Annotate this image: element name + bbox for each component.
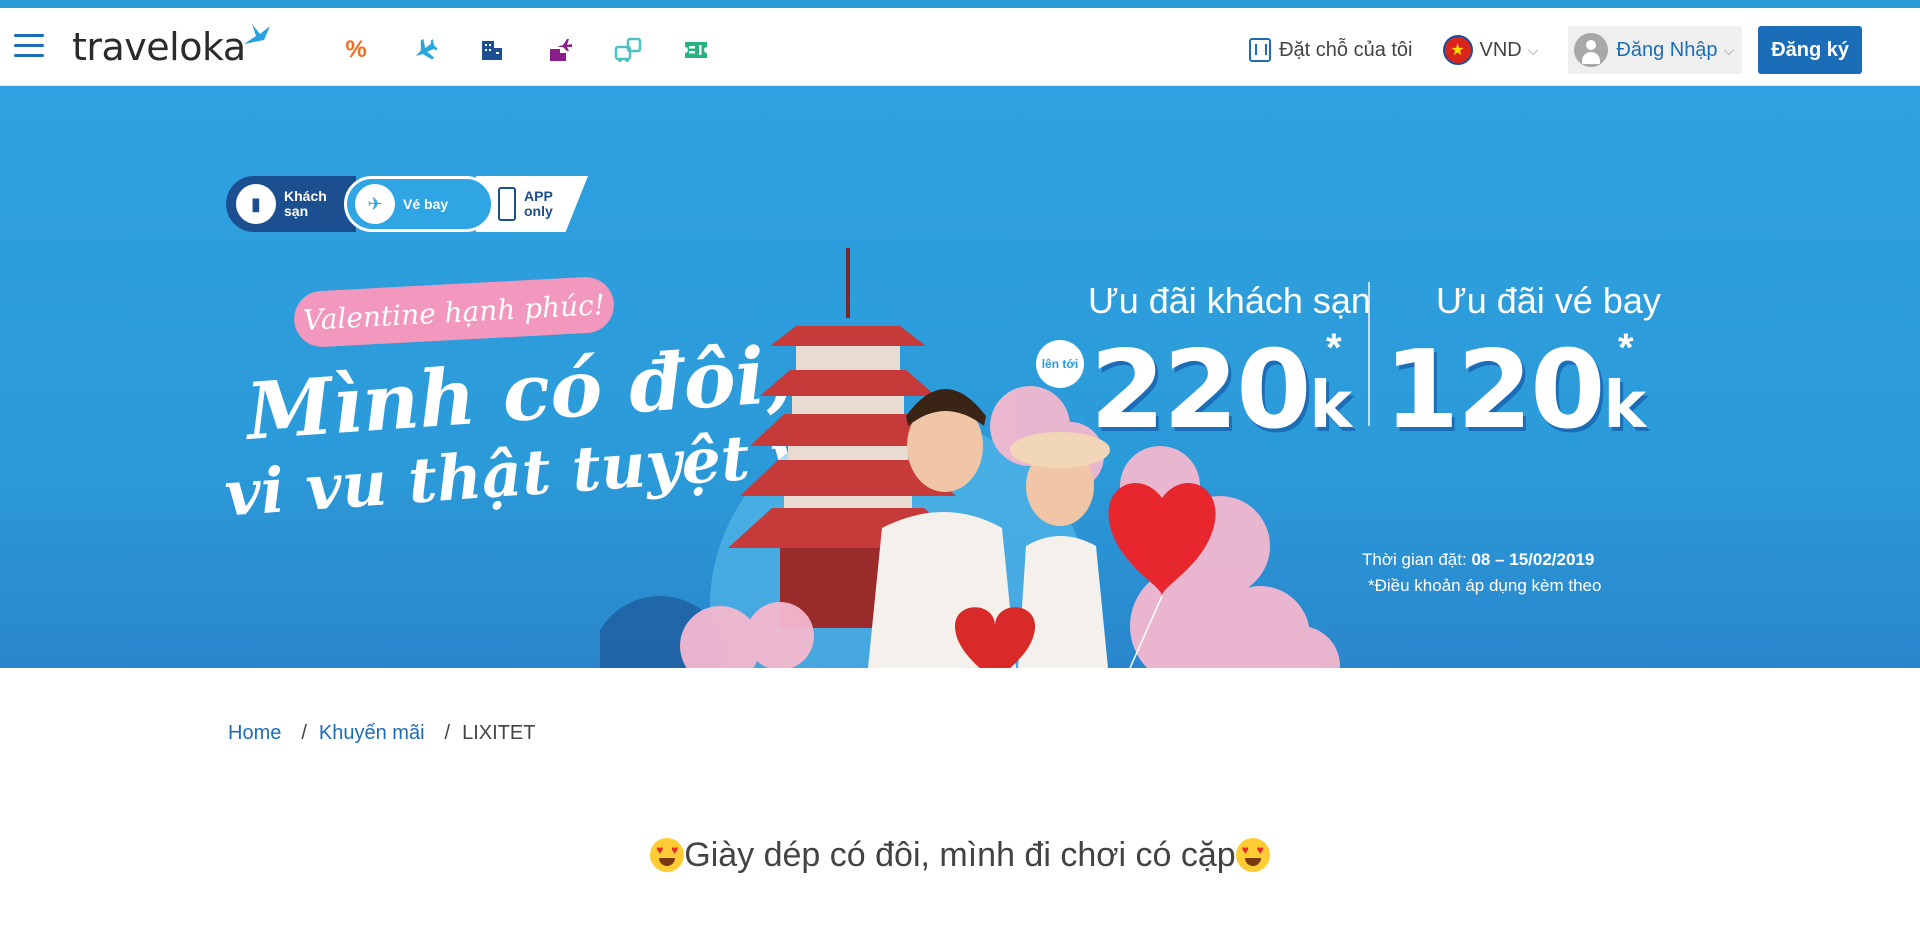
- article-title: Giày dép có đôi, mình đi chơi có cặp: [0, 836, 1920, 875]
- pill-app-label: APP only: [524, 188, 553, 219]
- terms-note: *Điều khoản áp dụng kèm theo: [1368, 576, 1602, 595]
- currency-label: VND: [1479, 38, 1522, 61]
- hotel-offer-label: Ưu đãi khách sạn: [1088, 280, 1371, 321]
- flight-amount-value: 120: [1384, 328, 1605, 453]
- my-booking-label: Đặt chỗ của tôi: [1279, 38, 1413, 61]
- pill-hotel: ▮ Khách sạn: [226, 176, 356, 232]
- flight-offer-label: Ưu đãi vé bay: [1436, 280, 1661, 321]
- login-button[interactable]: Đăng Nhập ⌵: [1568, 26, 1743, 74]
- register-button[interactable]: Đăng ký: [1758, 26, 1862, 74]
- flight-amount-unit: k: [1603, 369, 1646, 443]
- booking-period-label: Thời gian đặt:: [1362, 550, 1467, 569]
- flight-hotel-icon[interactable]: [526, 32, 594, 68]
- breadcrumb: Home / Khuyến mãi / LIXITET: [228, 722, 535, 745]
- flight-amount: 120k: [1384, 328, 1646, 453]
- article-title-text: Giày dép có đôi, mình đi chơi có cặp: [684, 836, 1236, 874]
- booking-icon: [1249, 38, 1272, 62]
- currency-selector[interactable]: ★ VND ⌵: [1442, 35, 1539, 65]
- phone-icon: [498, 187, 516, 221]
- product-pill: ▮ Khách sạn APP only ✈ Vé bay: [226, 176, 588, 232]
- hotel-icon: ▮: [236, 184, 276, 224]
- offer-divider: [1368, 282, 1370, 426]
- bus-shuttle-icon[interactable]: [594, 32, 662, 68]
- hotel-asterisk: *: [1326, 326, 1342, 370]
- flight-asterisk: *: [1618, 326, 1634, 370]
- hotel-amount-value: 220: [1090, 328, 1311, 453]
- hotel-icon[interactable]: [458, 32, 526, 68]
- booking-period: Thời gian đặt: 08 – 15/02/2019: [1362, 550, 1594, 570]
- promo-icon[interactable]: %: [322, 32, 390, 68]
- product-nav: %: [322, 32, 730, 68]
- valentine-tag-text: Valentine hạnh phúc!: [302, 287, 606, 337]
- chevron-down-icon: ⌵: [1527, 41, 1539, 58]
- breadcrumb-promo[interactable]: Khuyến mãi: [319, 722, 425, 745]
- pill-flight-label: Vé bay: [403, 195, 449, 212]
- login-label: Đăng Nhập: [1616, 38, 1718, 61]
- breadcrumb-home[interactable]: Home: [228, 722, 281, 745]
- vietnam-flag-icon: ★: [1442, 35, 1473, 65]
- user-avatar-icon: [1574, 33, 1609, 67]
- header-actions: Đặt chỗ của tôi ★ VND ⌵ Đăng Nhập ⌵ Đăng…: [1249, 26, 1862, 74]
- logo-bird-icon: [243, 24, 270, 44]
- flight-icon[interactable]: [390, 32, 458, 68]
- promo-banner[interactable]: ▮ Khách sạn APP only ✈ Vé bay Valentine …: [0, 86, 1920, 668]
- site-header: traveloka % Đặt chỗ của tôi ★ VND ⌵ Đăng…: [0, 8, 1920, 86]
- booking-period-value: 08 – 15/02/2019: [1471, 550, 1595, 569]
- pill-hotel-label: Khách sạn: [284, 188, 327, 219]
- traveloka-logo[interactable]: traveloka: [72, 22, 272, 72]
- breadcrumb-separator: /: [301, 722, 307, 744]
- chevron-down-icon: ⌵: [1723, 41, 1735, 58]
- heart-eyes-emoji-icon: [1235, 838, 1270, 872]
- hotel-amount: 220k: [1090, 328, 1352, 453]
- hotel-amount-unit: k: [1309, 369, 1352, 443]
- breadcrumb-current: LIXITET: [462, 722, 536, 744]
- upto-badge: lên tới: [1036, 340, 1084, 388]
- menu-icon[interactable]: [14, 34, 44, 60]
- pill-flight: ✈ Vé bay: [344, 176, 494, 232]
- logo-text: traveloka: [72, 25, 246, 69]
- heart-eyes-emoji-icon: [650, 838, 685, 872]
- valentine-tag: Valentine hạnh phúc!: [292, 275, 616, 349]
- ticket-icon[interactable]: [662, 32, 730, 68]
- breadcrumb-separator: /: [444, 722, 451, 744]
- top-accent-stripe: [0, 0, 1920, 8]
- plane-icon: ✈: [355, 184, 395, 224]
- my-booking-link[interactable]: Đặt chỗ của tôi: [1249, 38, 1413, 62]
